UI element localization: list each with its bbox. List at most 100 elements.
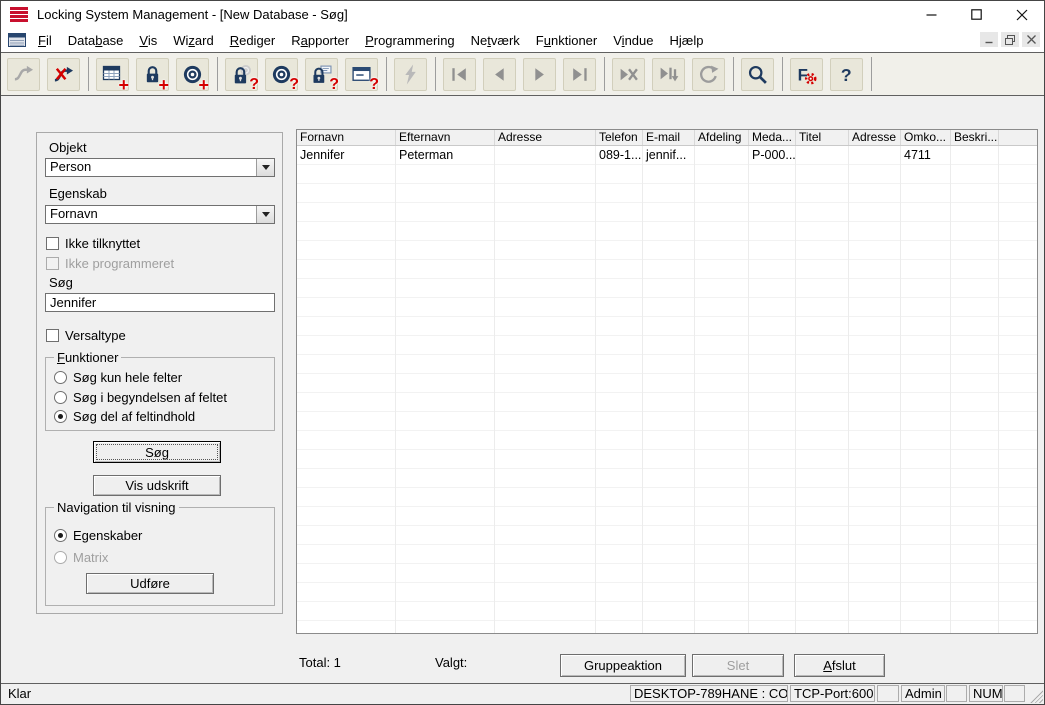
radio-soeg-del-af-feltindhold[interactable]: Søg del af feltindhold bbox=[54, 409, 195, 424]
afslut-button[interactable]: Afslut bbox=[794, 654, 885, 677]
read-lock-toolbar-button[interactable]: ? bbox=[225, 57, 259, 92]
svg-text:?: ? bbox=[841, 64, 852, 84]
soeg-button[interactable]: Søg bbox=[93, 441, 221, 463]
ikke-tilknyttet-checkbox[interactable]: Ikke tilknyttet bbox=[46, 236, 140, 251]
soeg-label: Søg bbox=[49, 275, 73, 290]
column-header-7[interactable]: Meda... bbox=[749, 130, 796, 145]
mdi-restore-button[interactable] bbox=[1001, 32, 1019, 47]
column-header-4[interactable]: Telefon bbox=[596, 130, 643, 145]
grid-line bbox=[998, 146, 999, 633]
checkbox-icon bbox=[46, 257, 59, 270]
column-header-11[interactable]: Beskri... bbox=[951, 130, 999, 145]
mdi-controls bbox=[980, 32, 1040, 47]
mdi-minimize-button[interactable] bbox=[980, 32, 998, 47]
mdi-client-area: Objekt Person Egenskab Fornavn Ikke tilk… bbox=[1, 96, 1044, 683]
lock-state-toolbar-button[interactable]: ? bbox=[305, 57, 339, 92]
status-section-1: DESKTOP-789HANE : COM(*) bbox=[630, 685, 788, 702]
toolbar-separator bbox=[88, 57, 89, 91]
grid-line bbox=[848, 146, 849, 633]
radio-icon bbox=[54, 371, 67, 384]
next-record-toolbar-button[interactable] bbox=[523, 57, 556, 91]
egenskab-combobox[interactable]: Fornavn bbox=[45, 205, 275, 224]
menu-database[interactable]: Database bbox=[60, 33, 132, 48]
new-locking-system-toolbar-button[interactable]: + bbox=[96, 57, 129, 94]
menu-funktioner[interactable]: Funktioner bbox=[528, 33, 605, 48]
grid-line bbox=[595, 146, 596, 633]
column-header-1[interactable]: Fornavn bbox=[297, 130, 396, 145]
new-transponder-toolbar-button[interactable]: + bbox=[176, 57, 209, 94]
table-cell: 089-1... bbox=[599, 148, 642, 162]
objekt-label: Objekt bbox=[49, 140, 87, 155]
status-section-5 bbox=[946, 685, 967, 702]
versaltype-label: Versaltype bbox=[65, 328, 126, 343]
app-window: Locking System Management - [New Databas… bbox=[0, 0, 1045, 705]
menu-wizard[interactable]: Wizard bbox=[165, 33, 221, 48]
menu-netvaerk[interactable]: Netværk bbox=[463, 33, 528, 48]
disconnect-toolbar-button[interactable] bbox=[47, 57, 80, 91]
column-header-12[interactable] bbox=[999, 130, 1037, 145]
goto-record-toolbar-button[interactable] bbox=[652, 57, 685, 91]
cancel-navigation-toolbar-button[interactable] bbox=[612, 57, 645, 91]
column-header-10[interactable]: Omko... bbox=[901, 130, 951, 145]
grid-line bbox=[395, 146, 396, 633]
egenskab-combobox-dropdown-button[interactable] bbox=[256, 206, 274, 223]
menu-vindue[interactable]: Vindue bbox=[605, 33, 661, 48]
table-cell bbox=[999, 146, 1037, 165]
menu-fil[interactable]: Fil bbox=[30, 33, 60, 48]
maximize-button[interactable] bbox=[954, 1, 999, 28]
previous-record-toolbar-button[interactable] bbox=[483, 57, 516, 91]
minimize-button[interactable] bbox=[909, 1, 954, 28]
menu-vis[interactable]: Vis bbox=[131, 33, 165, 48]
column-header-3[interactable]: Adresse bbox=[495, 130, 596, 145]
toolbar-separator bbox=[871, 57, 872, 91]
column-header-9[interactable]: Adresse bbox=[849, 130, 901, 145]
column-header-2[interactable]: Efternavn bbox=[396, 130, 495, 145]
versaltype-checkbox[interactable]: Versaltype bbox=[46, 328, 126, 343]
vis-udskrift-button[interactable]: Vis udskrift bbox=[93, 475, 221, 496]
cancel-navigation-icon bbox=[618, 64, 639, 85]
help-icon: ? bbox=[836, 64, 857, 85]
udfoere-button[interactable]: Udføre bbox=[86, 573, 214, 594]
mdi-system-menu-icon[interactable] bbox=[8, 33, 26, 47]
plus-badge-icon: + bbox=[158, 74, 169, 95]
read-transponder-toolbar-button[interactable]: ? bbox=[265, 57, 299, 92]
first-record-toolbar-button[interactable] bbox=[443, 57, 476, 91]
menu-rediger[interactable]: Rediger bbox=[222, 33, 284, 48]
help-toolbar-button[interactable]: ? bbox=[830, 57, 863, 91]
filter-toolbar-button[interactable]: F bbox=[790, 57, 823, 91]
read-order-toolbar-button[interactable]: ? bbox=[345, 57, 379, 92]
mdi-close-button[interactable] bbox=[1022, 32, 1040, 47]
results-table-header: Fornavn Efternavn Adresse Telefon E-mail Afde… bbox=[297, 130, 1037, 146]
column-header-6[interactable]: Afdeling bbox=[695, 130, 749, 145]
objekt-combobox-dropdown-button[interactable] bbox=[256, 159, 274, 176]
app-logo-icon bbox=[10, 7, 28, 22]
chevron-down-icon bbox=[261, 165, 270, 170]
table-row[interactable]: Jennifer Peterman 089-1... jennif... P-000..… bbox=[297, 146, 1037, 165]
ikke-tilknyttet-label: Ikke tilknyttet bbox=[65, 236, 141, 251]
gruppeaktion-button[interactable]: Gruppeaktion bbox=[560, 654, 686, 677]
close-icon bbox=[1016, 9, 1027, 20]
refresh-icon bbox=[698, 64, 719, 85]
close-button[interactable] bbox=[999, 1, 1044, 28]
new-lock-toolbar-button[interactable]: + bbox=[136, 57, 169, 95]
menu-programmering[interactable]: Programmering bbox=[357, 33, 463, 48]
last-record-icon bbox=[569, 64, 590, 85]
column-header-8[interactable]: Titel bbox=[796, 130, 849, 145]
radio-soeg-i-begyndelsen[interactable]: Søg i begyndelsen af feltet bbox=[54, 390, 227, 405]
objekt-combobox[interactable]: Person bbox=[45, 158, 275, 177]
radio-egenskaber[interactable]: Egenskaber bbox=[54, 528, 142, 543]
column-header-5[interactable]: E-mail bbox=[643, 130, 695, 145]
navigation-group: Navigation til visning Egenskaber Matrix… bbox=[45, 500, 275, 606]
svg-text:F: F bbox=[798, 65, 808, 84]
menu-hjaelp[interactable]: Hjælp bbox=[661, 33, 711, 48]
search-input[interactable] bbox=[45, 293, 275, 312]
results-table-body[interactable]: Jennifer Peterman 089-1... jennif... P-000..… bbox=[297, 146, 1037, 633]
refresh-toolbar-button[interactable] bbox=[692, 57, 725, 91]
status-section-4: Admin bbox=[901, 685, 945, 702]
radio-soeg-kun-hele-felter[interactable]: Søg kun hele felter bbox=[54, 370, 182, 385]
search-toolbar-button[interactable] bbox=[741, 57, 774, 91]
last-record-toolbar-button[interactable] bbox=[563, 57, 596, 91]
resize-grip[interactable] bbox=[1029, 689, 1043, 703]
status-bar: Klar DESKTOP-789HANE : COM(*)TCP-Port:60… bbox=[1, 683, 1044, 704]
menu-rapporter[interactable]: Rapporter bbox=[283, 33, 357, 48]
